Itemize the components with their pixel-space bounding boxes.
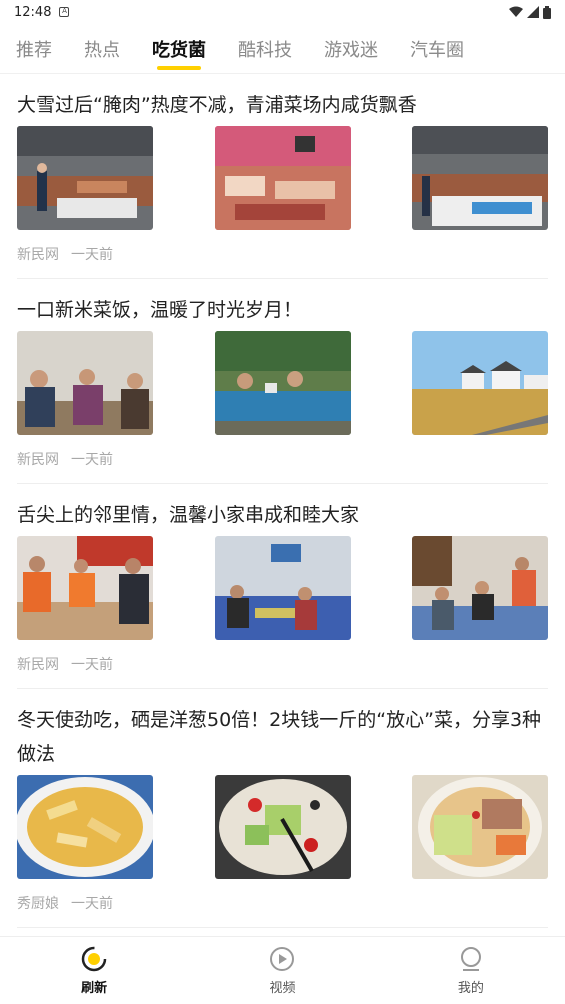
tab-label: 推荐 xyxy=(16,39,52,61)
vegetable-stirfry-photo xyxy=(214,775,351,879)
elders-eating-photo xyxy=(17,331,153,435)
article-source: 新民网 xyxy=(17,452,59,468)
tab-tech[interactable]: 酷科技 xyxy=(238,24,292,74)
tab-label: 汽车圈 xyxy=(410,39,464,61)
article-images xyxy=(17,331,548,435)
refresh-icon xyxy=(81,946,107,972)
stirfry-plate-photo xyxy=(17,775,153,879)
status-bar: 12:48 A xyxy=(0,0,565,24)
tab-hot[interactable]: 热点 xyxy=(84,24,120,74)
tab-label: 游戏迷 xyxy=(324,39,378,61)
article-meta: 秀厨娘 一天前 xyxy=(17,893,548,913)
village-field-photo xyxy=(412,331,548,435)
article-card[interactable]: 舌尖上的邻里情，温馨小家串成和睦大家 新民网 一天前 xyxy=(17,484,548,689)
outdoor-table-photo xyxy=(214,331,351,435)
status-time: 12:48 xyxy=(14,4,52,20)
article-title: 一口新米菜饭，温暖了时光岁月！ xyxy=(17,299,303,321)
volunteers-dumplings-photo xyxy=(17,536,153,640)
nav-profile[interactable]: 我的 xyxy=(377,937,565,1004)
tab-foodie[interactable]: 吃货菌 xyxy=(152,24,206,74)
article-source: 秀厨娘 xyxy=(17,896,59,912)
tab-label: 吃货菌 xyxy=(152,39,206,61)
article-images xyxy=(17,536,548,640)
tab-label: 热点 xyxy=(84,39,120,61)
tab-recommend[interactable]: 推荐 xyxy=(16,24,52,74)
article-source: 新民网 xyxy=(17,247,59,263)
wifi-icon xyxy=(509,6,523,17)
article-card[interactable]: 一口新米菜饭，温暖了时光岁月！ 新民网 一天前 xyxy=(17,279,548,484)
nav-video[interactable]: 视频 xyxy=(188,937,376,1004)
article-card[interactable]: 大雪过后“腌肉”热度不减，青浦菜场内咸货飘香 新民网 一天前 xyxy=(17,74,548,279)
article-time: 一天前 xyxy=(71,247,113,263)
active-tab-indicator xyxy=(157,65,201,70)
nav-label: 我的 xyxy=(457,981,484,996)
article-title: 舌尖上的邻里情，温馨小家串成和睦大家 xyxy=(17,504,360,526)
article-images xyxy=(17,126,548,230)
article-meta: 新民网 一天前 xyxy=(17,654,548,674)
article-time: 一天前 xyxy=(71,896,113,912)
status-icons xyxy=(509,5,551,19)
play-icon xyxy=(270,947,295,971)
article-images xyxy=(17,775,548,879)
article-title: 大雪过后“腌肉”热度不减，青浦菜场内咸货飘香 xyxy=(17,94,417,116)
tab-cars[interactable]: 汽车圈 xyxy=(410,24,464,74)
category-tabs: 推荐 热点 吃货菌 酷科技 游戏迷 汽车圈 xyxy=(0,24,565,74)
article-time: 一天前 xyxy=(71,452,113,468)
market-aisle-photo xyxy=(412,126,548,230)
community-hall-photo xyxy=(214,536,351,640)
signal-icon xyxy=(527,6,539,18)
notification-icon: A xyxy=(59,7,70,17)
nav-label: 视频 xyxy=(269,981,296,996)
article-meta: 新民网 一天前 xyxy=(17,244,548,264)
article-meta: 新民网 一天前 xyxy=(17,449,548,469)
article-time: 一天前 xyxy=(71,657,113,673)
market-stall-photo xyxy=(17,126,153,230)
tab-label: 酷科技 xyxy=(238,39,292,61)
soup-bowl-photo xyxy=(412,775,548,879)
battery-icon xyxy=(543,5,551,19)
article-card[interactable]: 冬天使劲吃，硒是洋葱50倍！2块钱一斤的“放心”菜，分享3种做法 秀厨娘 一天前 xyxy=(17,689,548,928)
cured-meat-counter-photo xyxy=(214,126,351,230)
neighbors-meal-photo xyxy=(412,536,548,640)
news-feed: 大雪过后“腌肉”热度不减，青浦菜场内咸货飘香 新民网 一天前 一口新米菜饭，温暖… xyxy=(0,74,565,936)
nav-label: 刷新 xyxy=(81,981,108,996)
article-source: 新民网 xyxy=(17,657,59,673)
bottom-nav: 刷新 视频 我的 xyxy=(0,936,565,1004)
tab-games[interactable]: 游戏迷 xyxy=(324,24,378,74)
nav-refresh[interactable]: 刷新 xyxy=(0,937,188,1004)
article-title: 冬天使劲吃，硒是洋葱50倍！2块钱一斤的“放心”菜，分享3种做法 xyxy=(17,709,542,765)
profile-icon xyxy=(460,947,481,971)
